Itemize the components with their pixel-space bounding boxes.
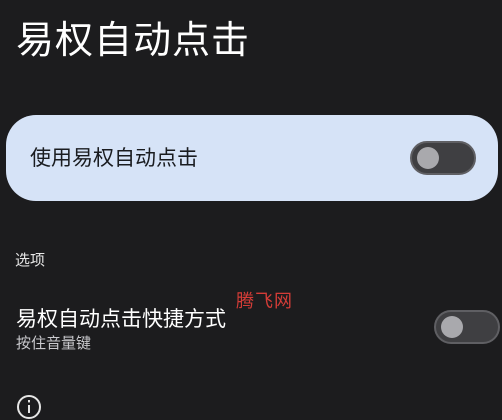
switch-knob (441, 316, 463, 338)
info-icon[interactable] (16, 394, 42, 420)
shortcut-toggle-switch[interactable] (434, 310, 500, 344)
options-section-header: 选项 (15, 251, 46, 269)
page-title: 易权自动点击 (16, 18, 251, 62)
switch-knob (417, 147, 439, 169)
watermark-text: 腾飞网 (236, 291, 293, 312)
main-toggle-label: 使用易权自动点击 (30, 146, 198, 170)
main-toggle-card[interactable]: 使用易权自动点击 (6, 115, 498, 201)
shortcut-subtitle: 按住音量键 (16, 334, 92, 352)
shortcut-title: 易权自动点击快捷方式 (16, 307, 226, 331)
main-toggle-switch[interactable] (410, 141, 476, 175)
